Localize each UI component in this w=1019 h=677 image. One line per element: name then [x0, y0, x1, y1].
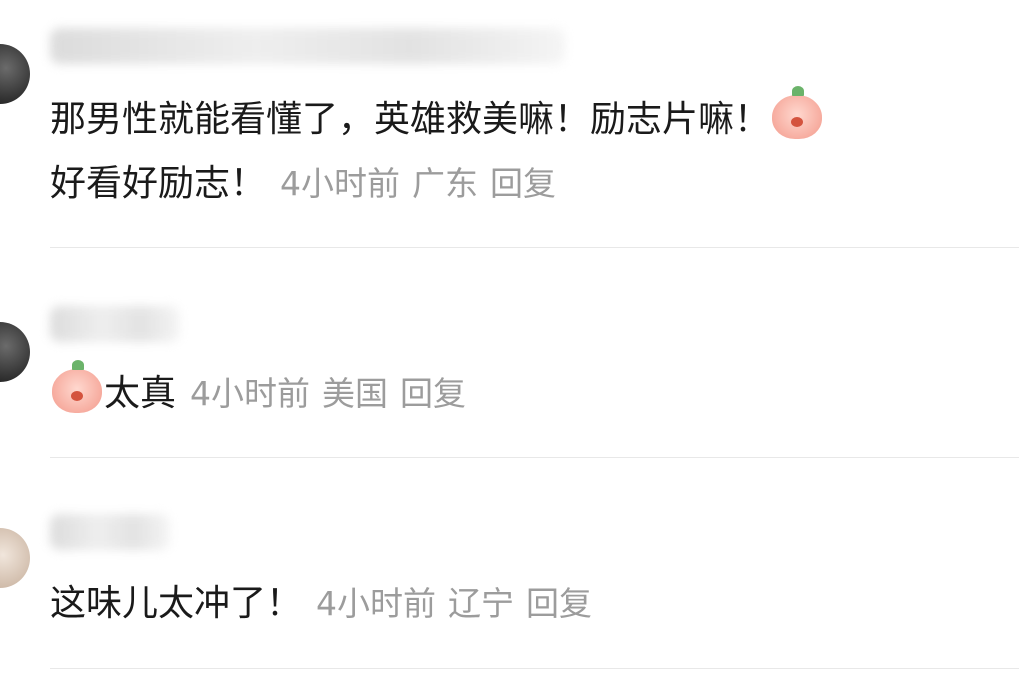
comment-text: 这味儿太冲了！ — [50, 583, 303, 624]
comment-time: 4小时前 — [316, 584, 437, 623]
avatar[interactable] — [0, 44, 30, 104]
divider — [50, 247, 1019, 248]
username-blurred[interactable] — [50, 306, 180, 342]
comment-text-line1: 那男性就能看懂了，英雄救美嘛！励志片嘛！ — [50, 99, 771, 140]
angry-face-emoji-icon — [772, 86, 823, 139]
blush-kiss-emoji-icon — [52, 360, 102, 413]
comment-body: 那男性就能看懂了，英雄救美嘛！励志片嘛！ 好看好励志！ 4小时前 广东 回复 — [50, 86, 970, 216]
reply-button[interactable]: 回复 — [400, 374, 466, 413]
reply-button[interactable]: 回复 — [490, 164, 556, 203]
comment-time: 4小时前 — [190, 374, 311, 413]
comment-time: 4小时前 — [280, 164, 401, 203]
comment-location: 广东 — [412, 164, 479, 203]
avatar[interactable] — [0, 528, 30, 588]
comment-body: 这味儿太冲了！ 4小时前 辽宁 回复 — [50, 572, 970, 636]
username-blurred[interactable] — [50, 514, 170, 550]
comment-text: 太真 — [104, 373, 177, 414]
comment-meta: 4小时前 辽宁 回复 — [316, 584, 604, 623]
avatar[interactable] — [0, 322, 30, 382]
comment-meta: 4小时前 美国 回复 — [190, 374, 478, 413]
comment-text-line2: 好看好励志！ — [50, 163, 267, 204]
comment-meta: 4小时前 广东 回复 — [280, 164, 568, 203]
reply-button[interactable]: 回复 — [526, 584, 592, 623]
comment-body: 太真 4小时前 美国 回复 — [50, 360, 970, 426]
comment-location: 辽宁 — [448, 584, 515, 623]
divider — [50, 457, 1019, 458]
divider — [50, 668, 1019, 669]
comment-location: 美国 — [322, 374, 389, 413]
username-blurred[interactable] — [50, 28, 565, 64]
